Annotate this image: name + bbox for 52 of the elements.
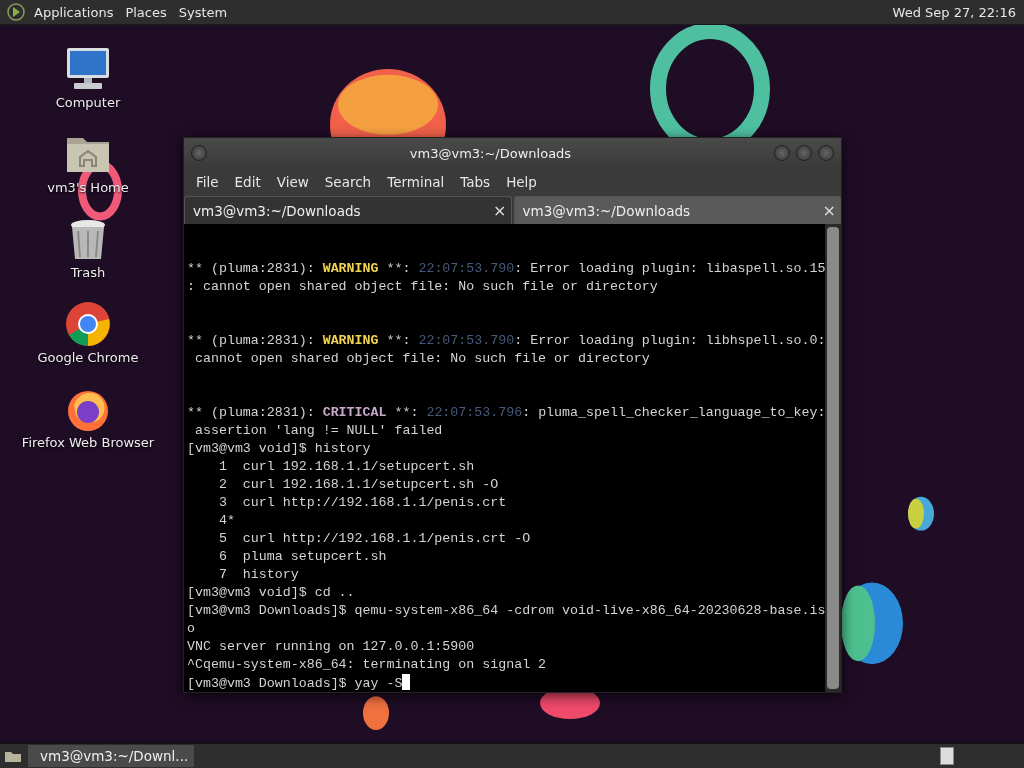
taskbar-button[interactable]: vm3@vm3:~/Downl... — [28, 745, 194, 767]
terminal-line: o — [187, 620, 196, 638]
terminal-line: 1 curl 192.168.1.1/setupcert.sh — [217, 458, 476, 476]
panel-menu[interactable]: Applications — [28, 4, 120, 20]
minimize-button[interactable] — [774, 145, 790, 161]
desktop-shortcut[interactable]: Trash — [64, 215, 112, 280]
tab-label: vm3@vm3:~/Downloads — [522, 202, 691, 219]
terminal-line: VNC server running on 127.0.0.1:5900 — [187, 638, 476, 656]
tab-label: vm3@vm3:~/Downloads — [193, 202, 362, 219]
oval-shape — [363, 696, 389, 731]
terminal-line: [vm3@vm3 void]$ history — [187, 440, 372, 458]
tab[interactable]: vm3@vm3:~/Downloads × — [184, 196, 512, 224]
menu-item[interactable]: File — [188, 174, 227, 190]
panel-menu[interactable]: System — [172, 4, 234, 20]
desktop-shortcut[interactable]: Firefox Web Browser — [21, 385, 155, 450]
terminal-line: [vm3@vm3 void]$ cd .. — [187, 584, 356, 602]
terminal-line: ^Cqemu-system-x86_64: terminating on signal 2 — [187, 656, 548, 674]
terminal-line: [vm3@vm3 Downloads]$ yay -S — [187, 674, 822, 692]
terminal-line: 5 curl http://192.168.1.1/penis.crt -O — [217, 530, 532, 548]
menu-item[interactable]: Tabs — [452, 174, 499, 190]
terminal-line: 4* — [217, 512, 236, 530]
terminal-line: ** (pluma:2831): CRITICAL **: 22:07:53.796: pluma_spell_checker_language_to_key: — [187, 404, 822, 422]
oval-shape — [908, 496, 934, 531]
clock[interactable]: Wed Sep 27, 22:16 — [892, 4, 1024, 20]
terminal-line: 6 pluma setupcert.sh — [217, 548, 388, 566]
window-title: vm3@vm3:~/Downloads — [408, 145, 573, 161]
menu-item[interactable]: Edit — [226, 174, 269, 190]
panel-menu[interactable]: Places — [119, 4, 173, 20]
window-menu-button[interactable] — [191, 145, 207, 161]
scrollbar[interactable] — [825, 224, 841, 692]
terminal-line: ** (pluma:2831): WARNING **: 22:07:53.790: Error loading plugin: libhspell.so.0: — [187, 332, 822, 350]
terminal-line: 3 curl http://192.168.1.1/penis.crt — [217, 494, 508, 512]
tab[interactable]: vm3@vm3:~/Downloads × — [513, 196, 841, 224]
desktop-shortcut[interactable]: Computer — [55, 45, 121, 110]
menu-item[interactable]: Help — [498, 174, 545, 190]
show-desktop-icon[interactable] — [4, 749, 22, 763]
desktop-shortcut[interactable]: Google Chrome — [37, 300, 139, 365]
terminal-line: 7 history — [217, 566, 300, 584]
terminal-line: : cannot open shared object file: No such file or directory — [187, 278, 659, 296]
app-menu-logo-icon[interactable] — [6, 2, 26, 22]
terminal-line: 2 curl 192.168.1.1/setupcert.sh -O — [217, 476, 500, 494]
terminal-line: assertion 'lang != NULL' failed — [193, 422, 444, 440]
tab-close-button[interactable]: × — [822, 201, 836, 220]
menu-item[interactable]: Search — [316, 174, 380, 190]
maximize-button[interactable] — [796, 145, 812, 161]
tab-close-button[interactable]: × — [493, 201, 507, 220]
menu-item[interactable]: View — [268, 174, 317, 190]
terminal-line: cannot open shared object file: No such file or directory — [193, 350, 651, 368]
workspace-switcher[interactable] — [940, 747, 954, 765]
ring-logo-icon — [64, 300, 112, 348]
close-button[interactable] — [818, 145, 834, 161]
menu-item[interactable]: Terminal — [379, 174, 453, 190]
